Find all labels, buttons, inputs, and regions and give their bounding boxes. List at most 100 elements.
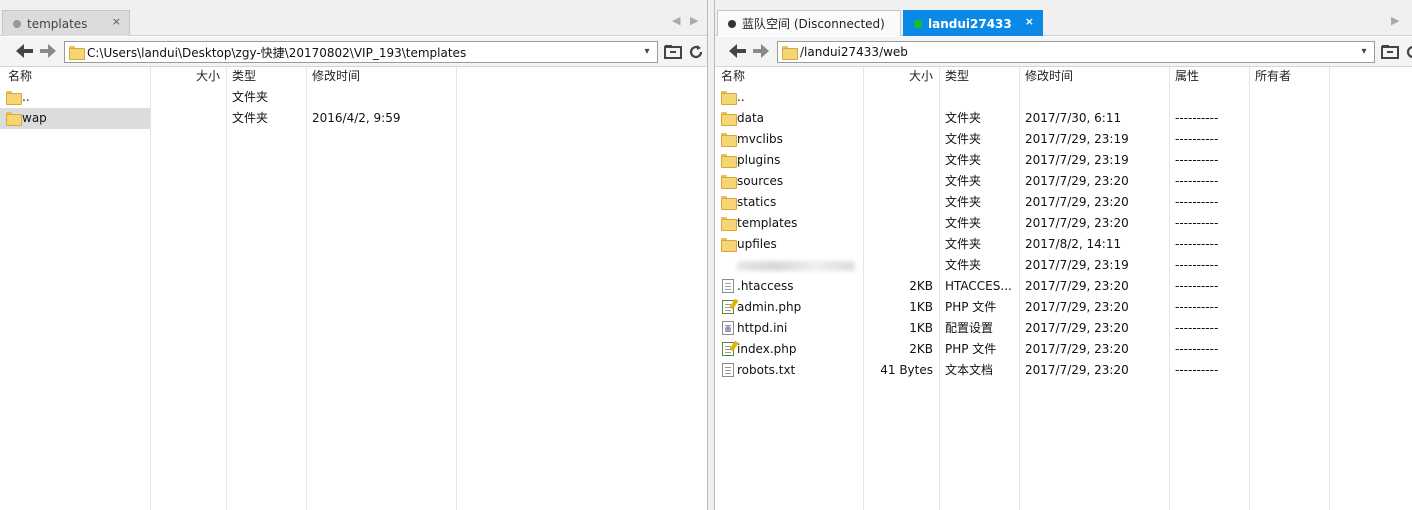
file-size: [863, 87, 939, 108]
file-name-cell: statics: [715, 192, 863, 213]
back-button[interactable]: [14, 41, 34, 61]
file-size: [863, 213, 939, 234]
refresh-icon[interactable]: [1403, 42, 1412, 62]
folder-icon: [6, 91, 22, 105]
remote-path-input[interactable]: /landui27433/web ▾: [777, 41, 1375, 63]
file-attributes: ----------: [1175, 321, 1219, 335]
list-item[interactable]: ..: [715, 87, 1412, 108]
list-item[interactable]: 文件夹 2017/7/29, 23:19 ----------: [715, 255, 1412, 276]
file-type: PHP 文件: [945, 342, 997, 356]
column-type[interactable]: 类型: [939, 67, 1019, 87]
file-size: [863, 192, 939, 213]
list-item[interactable]: robots.txt 41 Bytes 文本文档 2017/7/29, 23:20 --…: [715, 360, 1412, 381]
open-folder-icon[interactable]: [1380, 42, 1400, 62]
php-file-icon: [722, 340, 739, 356]
list-item[interactable]: index.php 2KB PHP 文件 2017/7/29, 23:20 ------…: [715, 339, 1412, 360]
list-item[interactable]: .. 文件夹: [0, 87, 707, 108]
remote-tab-bar: 蓝队空间 (Disconnected) landui27433 × ▶: [715, 0, 1412, 36]
folder-icon: [721, 154, 737, 168]
column-modified[interactable]: 修改时间: [306, 67, 456, 87]
local-tab-bar: templates × ◀ ▶: [0, 0, 707, 36]
column-owner[interactable]: 所有者: [1249, 67, 1329, 87]
local-pane: templates × ◀ ▶ C:\Users\landui\Desktop\…: [0, 0, 708, 510]
file-name: robots.txt: [737, 363, 796, 377]
file-type: 文件夹: [945, 237, 982, 251]
file-icon: [722, 279, 734, 293]
list-item[interactable]: plugins 文件夹 2017/7/29, 23:19 ----------: [715, 150, 1412, 171]
open-folder-icon[interactable]: [663, 42, 683, 62]
list-item[interactable]: mvclibs 文件夹 2017/7/29, 23:19 ----------: [715, 129, 1412, 150]
tab-scroll-right-icon[interactable]: ▶: [690, 14, 698, 27]
file-name: wap: [22, 111, 47, 125]
forward-button[interactable]: [38, 41, 58, 61]
list-item[interactable]: upfiles 文件夹 2017/8/2, 14:11 ----------: [715, 234, 1412, 255]
tab-scroll-left-icon[interactable]: ◀: [672, 14, 680, 27]
file-name-cell: mvclibs: [715, 129, 863, 150]
file-attributes: ----------: [1175, 300, 1219, 314]
file-type: 文件夹: [232, 90, 269, 104]
path-dropdown-icon[interactable]: ▾: [1357, 45, 1371, 59]
tab-disconnected-site[interactable]: 蓝队空间 (Disconnected): [717, 10, 901, 36]
file-attributes: ----------: [1175, 279, 1219, 293]
list-item[interactable]: admin.php 1KB PHP 文件 2017/7/29, 23:20 ------…: [715, 297, 1412, 318]
local-path-input[interactable]: C:\Users\landui\Desktop\zgy-快捷\20170802\…: [64, 41, 658, 63]
list-item[interactable]: .htaccess 2KB HTACCES... 2017/7/29, 23:20 --…: [715, 276, 1412, 297]
list-item[interactable]: templates 文件夹 2017/7/29, 23:20 ----------: [715, 213, 1412, 234]
tab-landui27433[interactable]: landui27433 ×: [903, 10, 1043, 36]
column-size[interactable]: 大小: [150, 67, 226, 87]
close-tab-icon[interactable]: ×: [1025, 15, 1034, 28]
folder-icon: [69, 46, 85, 60]
file-modified: 2017/7/29, 23:20: [1025, 279, 1129, 293]
file-name-cell: wap: [0, 108, 150, 129]
forward-button[interactable]: [751, 41, 771, 61]
tab-scroll-right-icon[interactable]: ▶: [1391, 14, 1399, 27]
file-name: plugins: [737, 153, 781, 167]
redacted-name: [737, 261, 855, 271]
column-name[interactable]: 名称: [715, 67, 863, 87]
close-tab-icon[interactable]: ×: [112, 15, 121, 28]
file-name-cell: robots.txt: [715, 360, 863, 381]
file-name: data: [737, 111, 765, 125]
list-item[interactable]: sources 文件夹 2017/7/29, 23:20 ----------: [715, 171, 1412, 192]
file-name: mvclibs: [737, 132, 783, 146]
list-item[interactable]: wap 文件夹 2016/4/2, 9:59: [0, 108, 707, 129]
column-modified[interactable]: 修改时间: [1019, 67, 1169, 87]
file-size: 1KB: [909, 321, 933, 335]
column-type[interactable]: 类型: [226, 67, 306, 87]
forward-arrow-icon: [40, 44, 56, 58]
file-name: index.php: [737, 342, 797, 356]
column-name[interactable]: 名称: [2, 67, 150, 87]
file-name: .htaccess: [737, 279, 794, 293]
back-button[interactable]: [727, 41, 747, 61]
column-attributes[interactable]: 属性: [1169, 67, 1249, 87]
ini-file-icon: [722, 321, 734, 335]
file-attributes: ----------: [1175, 132, 1219, 146]
file-type: 文件夹: [232, 111, 269, 125]
folder-icon: [721, 175, 737, 189]
tab-label: landui27433: [928, 16, 1012, 31]
file-attributes: ----------: [1175, 153, 1219, 167]
file-name-cell: templates: [715, 213, 863, 234]
list-item[interactable]: httpd.ini 1KB 配置设置 2017/7/29, 23:20 --------…: [715, 318, 1412, 339]
file-name-cell: plugins: [715, 150, 863, 171]
file-modified: [1025, 87, 1169, 108]
file-attributes: ----------: [1175, 216, 1219, 230]
file-type: 文件夹: [945, 153, 982, 167]
path-dropdown-icon[interactable]: ▾: [640, 45, 654, 59]
tab-status-dot-icon: [13, 19, 21, 28]
file-modified: 2017/7/29, 23:20: [1025, 321, 1129, 335]
file-name-cell: ..: [0, 87, 150, 108]
refresh-icon[interactable]: [686, 42, 706, 62]
file-name: ..: [737, 90, 745, 104]
file-attributes: ----------: [1175, 258, 1219, 272]
file-attributes: ----------: [1175, 342, 1219, 356]
file-attributes: ----------: [1175, 195, 1219, 209]
list-item[interactable]: statics 文件夹 2017/7/29, 23:20 ----------: [715, 192, 1412, 213]
file-name: statics: [737, 195, 777, 209]
tab-templates[interactable]: templates ×: [2, 10, 130, 36]
list-item[interactable]: data 文件夹 2017/7/30, 6:11 ----------: [715, 108, 1412, 129]
remote-toolbar: /landui27433/web ▾: [715, 37, 1412, 67]
file-name-cell: ..: [715, 87, 863, 108]
column-size[interactable]: 大小: [863, 67, 939, 87]
tab-label: 蓝队空间 (Disconnected): [742, 17, 885, 31]
